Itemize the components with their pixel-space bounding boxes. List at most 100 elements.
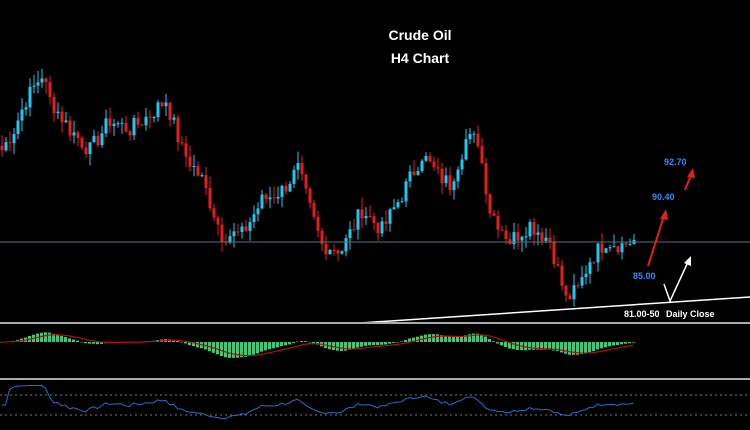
candle <box>124 116 128 133</box>
bullish-arrow-red-2 <box>684 168 695 191</box>
candle <box>360 197 364 229</box>
macd-bar <box>176 341 179 342</box>
macd-bar <box>460 336 463 342</box>
candle <box>12 128 16 154</box>
candle-body <box>404 181 408 202</box>
macd-bar <box>368 342 371 346</box>
candle <box>560 260 564 291</box>
macd-bar <box>388 342 391 344</box>
candle <box>80 135 84 150</box>
candle <box>524 226 528 248</box>
candle <box>600 233 604 261</box>
macd-bar <box>304 341 307 342</box>
candle <box>612 234 616 248</box>
candle <box>616 245 620 255</box>
macd-bar <box>632 342 635 343</box>
candle <box>320 228 324 251</box>
candle <box>184 135 188 168</box>
candle-body <box>500 229 504 231</box>
candle <box>60 106 64 133</box>
macd-bar <box>624 342 627 344</box>
candle <box>132 114 136 141</box>
candle <box>28 78 32 117</box>
candle-body <box>280 185 284 197</box>
candle <box>380 217 384 237</box>
candle <box>216 215 220 236</box>
candle <box>240 222 244 239</box>
candle-body <box>364 216 368 219</box>
macd-bar <box>292 342 295 344</box>
macd-bar <box>96 342 99 345</box>
candle <box>620 236 624 260</box>
macd-bar <box>340 342 343 352</box>
candle <box>584 265 588 285</box>
candle <box>200 172 204 178</box>
rsi-panel <box>1 384 634 420</box>
candle-body <box>488 194 492 214</box>
candle <box>148 110 152 129</box>
candle <box>352 218 356 232</box>
candle-body <box>572 285 576 300</box>
candle <box>316 210 320 238</box>
macd-bar <box>380 342 383 345</box>
candle-body <box>584 273 588 278</box>
candle-body <box>204 175 208 189</box>
candle-body <box>12 133 16 144</box>
macd-bar <box>608 342 611 347</box>
candle-body <box>628 244 632 246</box>
target-label-90-40: 90.40 <box>652 192 675 202</box>
candle <box>468 128 472 145</box>
macd-bar <box>372 342 375 345</box>
candle <box>244 219 248 233</box>
candle <box>168 102 172 127</box>
macd-bar <box>584 342 587 354</box>
candle <box>8 131 12 152</box>
candle-body <box>256 208 260 215</box>
candle-body <box>92 135 96 143</box>
candle-body <box>276 196 280 199</box>
candle-body <box>60 111 64 123</box>
candle-body <box>504 230 508 240</box>
candle-body <box>52 96 56 114</box>
candle <box>220 217 224 252</box>
candle <box>260 189 264 210</box>
candle <box>588 257 592 284</box>
macd-bar <box>300 341 303 342</box>
candle <box>604 248 608 253</box>
candle <box>348 221 352 250</box>
candle <box>236 224 240 236</box>
macd-bar <box>400 341 403 342</box>
candle-body <box>448 175 452 191</box>
candle <box>180 136 184 147</box>
macd-bar <box>416 336 419 342</box>
candle-body <box>432 161 436 168</box>
macd-bar <box>196 342 199 348</box>
candle-body <box>424 156 428 161</box>
macd-bar <box>612 342 615 346</box>
macd-bar <box>404 340 407 342</box>
candle-body <box>604 248 608 253</box>
candle <box>448 166 452 196</box>
candle-body <box>64 120 68 123</box>
candle-body <box>524 236 528 238</box>
macd-bar <box>504 342 507 348</box>
candle-body <box>620 243 624 253</box>
candle <box>576 282 580 289</box>
candle-body <box>336 250 340 254</box>
macd-bar <box>352 342 355 350</box>
candle-body <box>196 166 200 176</box>
candle <box>376 222 380 241</box>
candle <box>232 222 236 248</box>
candle-body <box>200 175 204 177</box>
candle-body <box>428 156 432 162</box>
macd-bar <box>312 342 315 344</box>
support-note-label: Daily Close <box>666 309 715 319</box>
macd-bar <box>92 342 95 344</box>
candle <box>44 77 48 94</box>
candle <box>452 178 456 200</box>
macd-bar <box>308 341 311 343</box>
candle-body <box>616 246 620 253</box>
candlestick-series <box>0 68 636 307</box>
candle-body <box>368 216 372 218</box>
candle-body <box>128 131 132 136</box>
